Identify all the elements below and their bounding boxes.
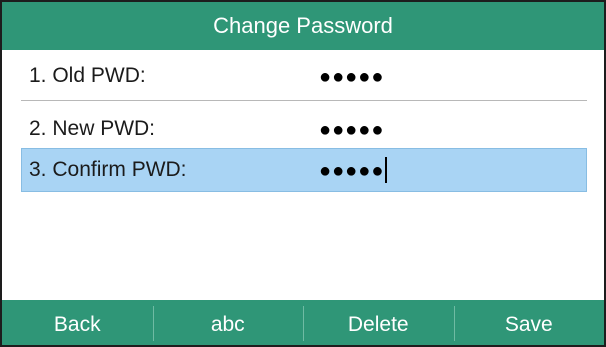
new-password-value: ●●●●●	[319, 119, 385, 141]
back-button[interactable]: Back	[2, 300, 153, 345]
page-title: Change Password	[2, 2, 604, 50]
old-password-field[interactable]: 1. Old PWD: ●●●●●	[21, 52, 587, 101]
new-password-field[interactable]: 2. New PWD: ●●●●●	[21, 105, 587, 153]
confirm-password-value-wrap: ●●●●●	[319, 149, 388, 191]
text-cursor	[385, 156, 388, 183]
confirm-password-label: 3. Confirm PWD:	[29, 158, 187, 181]
abc-input-mode-button[interactable]: abc	[152, 300, 304, 345]
old-password-label: 1. Old PWD:	[29, 64, 146, 87]
old-password-value: ●●●●●	[319, 66, 385, 88]
confirm-password-value: ●●●●●	[319, 160, 385, 182]
softkey-bar: Back abc Delete Save	[2, 300, 605, 345]
delete-button[interactable]: Delete	[303, 300, 454, 345]
save-button[interactable]: Save	[453, 300, 605, 345]
phone-screen: Change Password 1. Old PWD: ●●●●● 2. New…	[0, 0, 606, 347]
new-password-label: 2. New PWD:	[29, 117, 156, 140]
confirm-password-field[interactable]: 3. Confirm PWD: ●●●●●	[21, 148, 587, 192]
